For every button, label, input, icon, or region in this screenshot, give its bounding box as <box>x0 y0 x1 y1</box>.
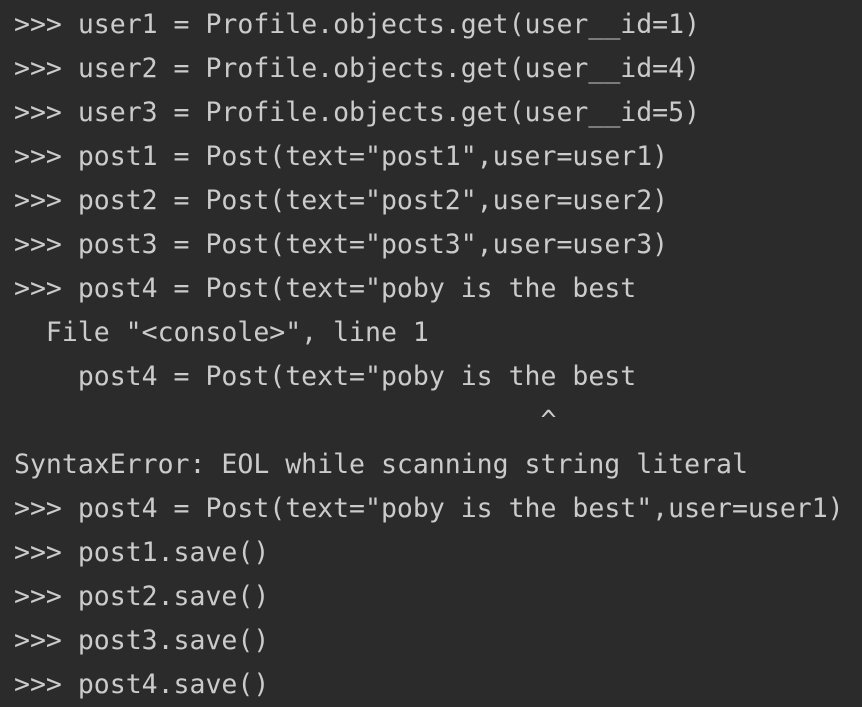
prompt: >>> <box>14 53 78 84</box>
console-line: >>> post3.save() <box>14 619 862 663</box>
prompt: >>> <box>14 669 78 700</box>
prompt: >>> <box>14 9 78 40</box>
prompt: >>> <box>14 537 78 568</box>
console-line: >>> user3 = Profile.objects.get(user__id… <box>14 91 862 135</box>
console-line: >>> user1 = Profile.objects.get(user__id… <box>14 3 862 47</box>
traceback-line: File "<console>", line 1 <box>14 311 862 355</box>
prompt: >>> <box>14 581 78 612</box>
console-line: >>> post2 = Post(text="post2",user=user2… <box>14 179 862 223</box>
line-text: user1 = Profile.objects.get(user__id=1) <box>77 9 701 40</box>
line-text: post4 = Post(text="poby is the best",use… <box>77 493 844 524</box>
console-line: >>> post1 = Post(text="post1",user=user1… <box>14 135 862 179</box>
console-line: >>> post4 = Post(text="poby is the best"… <box>14 487 862 531</box>
line-text: ^ <box>14 405 557 436</box>
console-line: >>> post4 = Post(text="poby is the best <box>14 267 862 311</box>
prompt: >>> <box>14 97 78 128</box>
line-text: post1.save() <box>77 537 270 568</box>
console-line: >>> post2.save() <box>14 575 862 619</box>
line-text: user3 = Profile.objects.get(user__id=5) <box>77 97 701 128</box>
prompt: >>> <box>14 625 78 656</box>
line-text: post3 = Post(text="post3",user=user3) <box>77 229 669 260</box>
line-text: SyntaxError: EOL while scanning string l… <box>14 449 748 480</box>
prompt: >>> <box>14 229 78 260</box>
traceback-line: post4 = Post(text="poby is the best <box>14 355 862 399</box>
prompt: >>> <box>14 273 78 304</box>
error-caret-line: ^ <box>14 399 862 443</box>
line-text: post4 = Post(text="poby is the best <box>77 273 637 304</box>
line-text: post2 = Post(text="post2",user=user2) <box>77 185 669 216</box>
line-text: post3.save() <box>77 625 270 656</box>
console-line: >>> post4.save() <box>14 663 862 707</box>
console-line: >>> user2 = Profile.objects.get(user__id… <box>14 47 862 91</box>
line-text: post4 = Post(text="poby is the best <box>14 361 637 392</box>
line-text: user2 = Profile.objects.get(user__id=4) <box>77 53 701 84</box>
python-console[interactable]: >>> user1 = Profile.objects.get(user__id… <box>0 0 862 704</box>
line-text: post2.save() <box>77 581 270 612</box>
line-text: post1 = Post(text="post1",user=user1) <box>77 141 669 172</box>
line-text: post4.save() <box>77 669 270 700</box>
prompt: >>> <box>14 141 78 172</box>
console-line: >>> post3 = Post(text="post3",user=user3… <box>14 223 862 267</box>
line-text: File "<console>", line 1 <box>14 317 429 348</box>
syntax-error-line: SyntaxError: EOL while scanning string l… <box>14 443 862 487</box>
prompt: >>> <box>14 493 78 524</box>
console-line: >>> post1.save() <box>14 531 862 575</box>
prompt: >>> <box>14 185 78 216</box>
